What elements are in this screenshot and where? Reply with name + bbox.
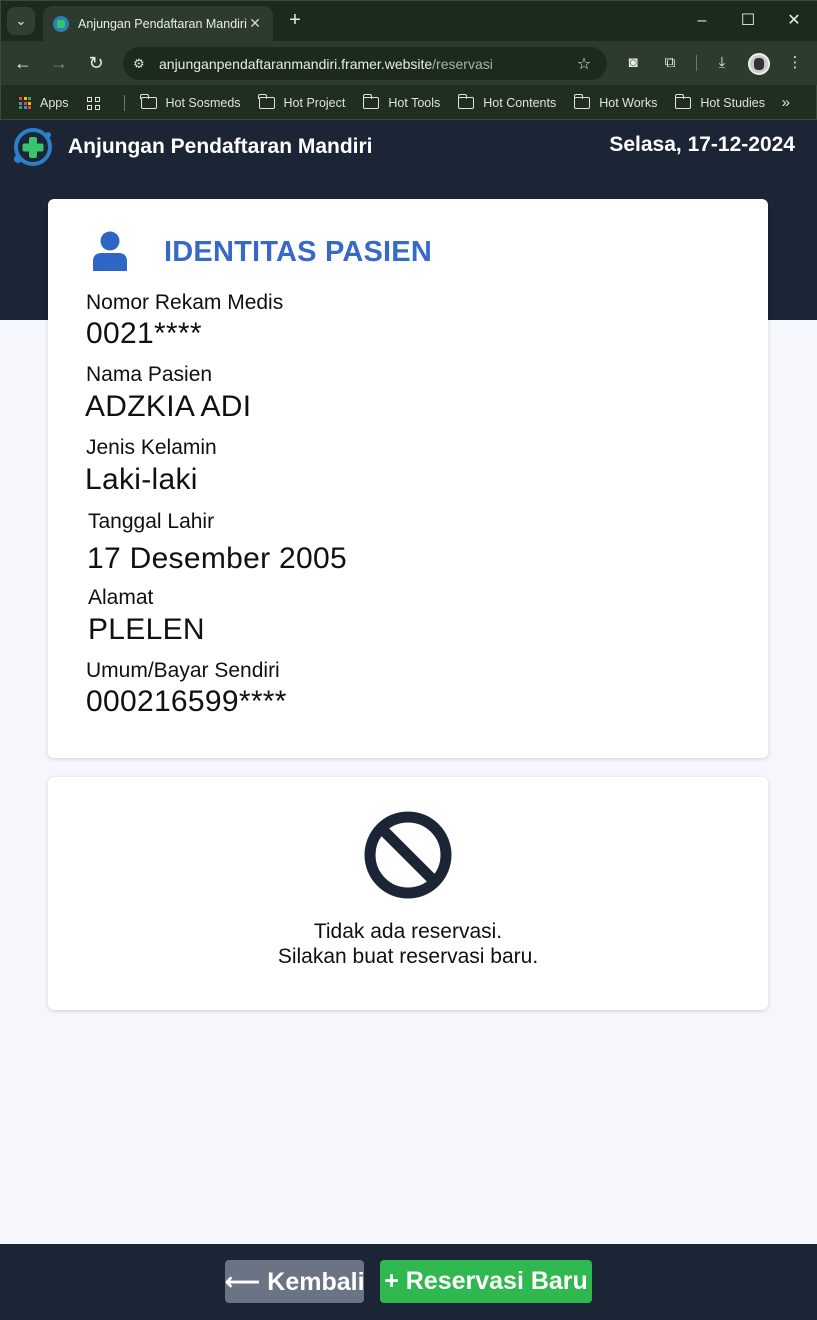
- back-arrow-icon[interactable]: ←: [11, 51, 35, 75]
- gender-value: Laki-laki: [85, 463, 198, 496]
- favicon-icon: [53, 15, 69, 32]
- bookmarks-bar: Apps Hot Sosmeds Hot Project Hot Tools H…: [1, 85, 817, 121]
- bookmark-hot-works[interactable]: Hot Works: [573, 94, 658, 110]
- no-entry-icon: [364, 811, 452, 899]
- bookmark-divider: [123, 95, 125, 111]
- empty-message-line2: Silakan buat reservasi baru.: [277, 945, 539, 968]
- bookmark-hot-contents[interactable]: Hot Contents: [457, 94, 557, 110]
- browser-toolbar: ← → ↻ ⚙ anjunganpendaftaranmandiri.frame…: [1, 41, 817, 85]
- url-path: /reservasi: [432, 55, 493, 72]
- patient-identity-card: IDENTITAS PASIEN Nomor Rekam Medis 0021*…: [48, 199, 768, 758]
- reload-icon[interactable]: ↻: [84, 51, 108, 75]
- menu-kebab-icon[interactable]: ⋮: [783, 51, 807, 75]
- tab-title: Anjungan Pendaftaran Mandiri: [78, 16, 247, 31]
- birth-date-label: Tanggal Lahir: [88, 510, 215, 533]
- close-tab-icon[interactable]: ✕: [247, 15, 263, 32]
- url-text: anjunganpendaftaranmandiri.framer.websit…: [159, 56, 573, 72]
- bookmark-hot-project[interactable]: Hot Project: [257, 94, 346, 110]
- toolbar-divider: [696, 55, 697, 71]
- current-date: Selasa, 17-12-2024: [609, 133, 795, 156]
- bookmark-hot-tools[interactable]: Hot Tools: [362, 94, 441, 110]
- bookmark-label: Hot Tools: [388, 96, 441, 110]
- address-label: Alamat: [88, 586, 154, 609]
- apps-grid-icon: [19, 97, 31, 109]
- new-tab-button[interactable]: +: [283, 9, 307, 33]
- tab-search-button[interactable]: ⌄: [7, 7, 35, 35]
- app-logo-icon: [14, 128, 52, 166]
- footer-bar: ⟵ Kembali + Reservasi Baru: [0, 1244, 817, 1320]
- tab-strip: ⌄ Anjungan Pendaftaran Mandiri ✕ + – ☐ ✕: [1, 1, 817, 41]
- bookmark-label: Hot Project: [283, 96, 346, 110]
- user-icon: [93, 231, 127, 271]
- app-title: Anjungan Pendaftaran Mandiri: [68, 135, 373, 158]
- payer-label: Umum/Bayar Sendiri: [86, 659, 280, 682]
- url-host: anjunganpendaftaranmandiri.framer.websit…: [159, 55, 433, 72]
- payer-value: 000216599****: [86, 685, 287, 718]
- patient-name-value: ADZKIA ADI: [85, 390, 252, 423]
- folder-icon: [573, 94, 591, 109]
- bookmark-label: Hot Works: [599, 96, 658, 110]
- chevron-down-icon: ⌄: [15, 13, 27, 28]
- birth-date-value: 17 Desember 2005: [87, 542, 347, 575]
- maximize-icon[interactable]: ☐: [736, 9, 760, 33]
- back-button[interactable]: ⟵ Kembali: [224, 1260, 365, 1303]
- extensions-icon[interactable]: ⧉: [658, 51, 682, 75]
- bookmark-label: Hot Studies: [700, 96, 765, 110]
- address-value: PLELEN: [88, 613, 205, 646]
- tab-active[interactable]: Anjungan Pendaftaran Mandiri ✕: [43, 6, 273, 41]
- folder-icon: [457, 94, 475, 109]
- medical-record-label: Nomor Rekam Medis: [86, 291, 284, 314]
- folder-icon: [362, 94, 380, 109]
- address-bar[interactable]: ⚙ anjunganpendaftaranmandiri.framer.webs…: [123, 47, 607, 80]
- folder-icon: [257, 94, 275, 109]
- empty-message-line1: Tidak ada reservasi.: [313, 920, 503, 943]
- gender-label: Jenis Kelamin: [86, 436, 217, 459]
- identity-title: IDENTITAS PASIEN: [164, 236, 432, 268]
- bookmark-label: Hot Sosmeds: [165, 96, 241, 110]
- bookmarks-overflow-icon[interactable]: »: [782, 94, 790, 111]
- folder-icon: [139, 94, 157, 109]
- bookmark-apps[interactable]: Apps: [19, 96, 69, 110]
- camera-icon[interactable]: ◙: [621, 51, 645, 75]
- empty-reservation-message: Tidak ada reservasi. Silakan buat reserv…: [48, 919, 768, 969]
- download-icon[interactable]: ⤓: [710, 51, 734, 75]
- patient-name-label: Nama Pasien: [86, 363, 213, 386]
- bookmark-label: Apps: [40, 96, 69, 110]
- medical-record-value: 0021****: [86, 317, 202, 350]
- folder-icon: [674, 94, 692, 109]
- reservation-card: Tidak ada reservasi. Silakan buat reserv…: [48, 777, 768, 1010]
- tab-groups-icon: [86, 96, 100, 110]
- new-reservation-button[interactable]: + Reservasi Baru: [380, 1260, 592, 1303]
- close-window-icon[interactable]: ✕: [782, 9, 806, 33]
- forward-arrow-icon[interactable]: →: [47, 51, 71, 75]
- browser-window: ⌄ Anjungan Pendaftaran Mandiri ✕ + – ☐ ✕…: [0, 0, 817, 120]
- bookmark-hot-sosmeds[interactable]: Hot Sosmeds: [139, 94, 241, 110]
- site-info-icon[interactable]: ⚙: [133, 56, 151, 72]
- minimize-icon[interactable]: –: [690, 9, 714, 33]
- bookmark-star-icon[interactable]: ☆: [573, 54, 595, 74]
- tab-groups-button[interactable]: [86, 96, 106, 110]
- bookmark-hot-studies[interactable]: Hot Studies: [674, 94, 765, 110]
- bookmark-label: Hot Contents: [483, 96, 557, 110]
- profile-avatar[interactable]: [748, 53, 770, 75]
